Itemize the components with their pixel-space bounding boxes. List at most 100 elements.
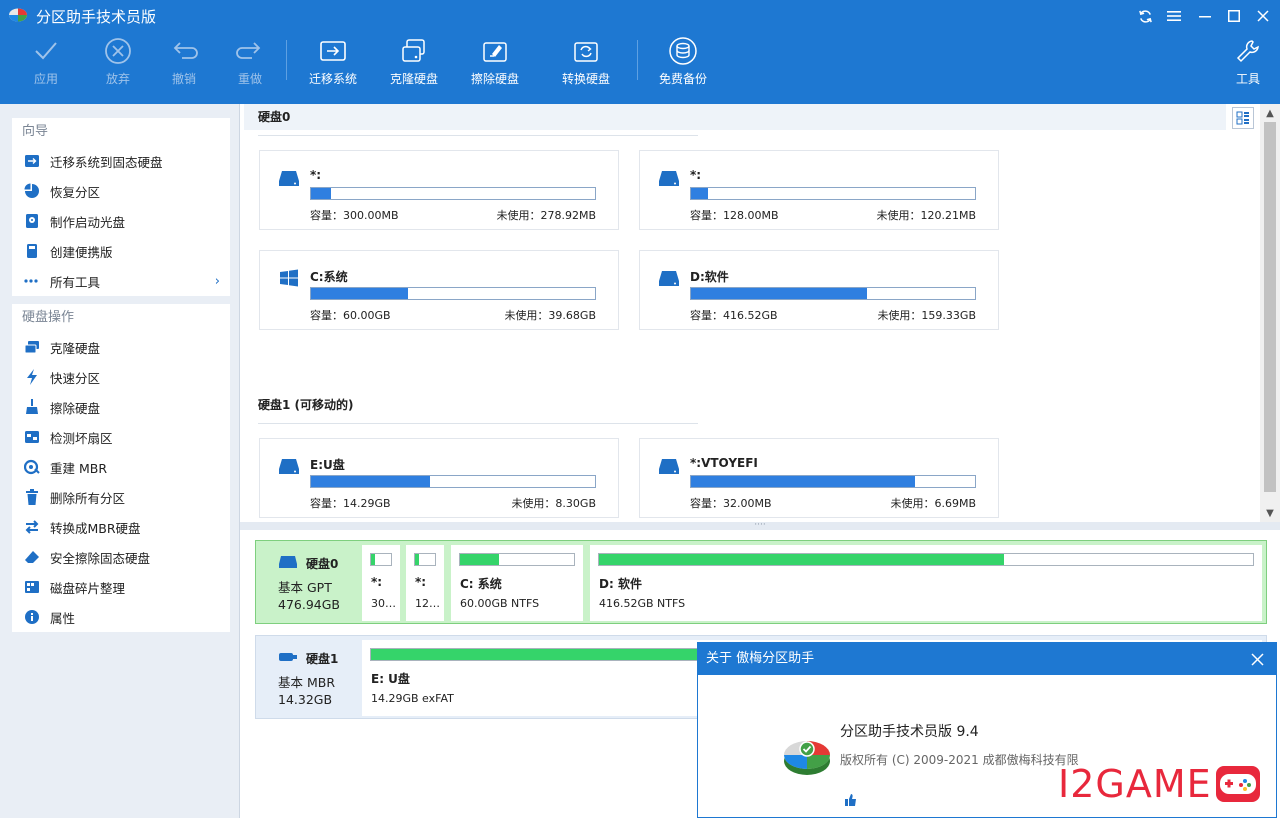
convert-disk-icon [574, 42, 598, 62]
sidebar-item-clone-disk[interactable]: 克隆硬盘 [12, 332, 230, 362]
migrate-icon [320, 41, 346, 61]
sidebar-item-wipe-disk[interactable]: 擦除硬盘 [12, 392, 230, 422]
partition-card[interactable]: D:软件 容量：416.52GB 未使用：159.33GB [639, 250, 999, 330]
usage-bar [690, 475, 976, 488]
sidebar-item-all-tools[interactable]: 所有工具 › [12, 266, 230, 296]
partition-card[interactable]: *: 容量：128.00MB 未使用：120.21MB [639, 150, 999, 230]
segment-name: *: [415, 575, 427, 589]
disk-info: 硬盘0 基本 GPT 476.94GB [256, 541, 356, 623]
clone-disk-icon [24, 339, 40, 355]
sidebar-item-delete-all[interactable]: 删除所有分区 [12, 482, 230, 512]
partition-name: *:VTOYEFI [690, 456, 758, 470]
sidebar-item-label: 检测坏扇区 [50, 430, 113, 446]
migrate-os-button[interactable]: 迁移系统 [307, 36, 359, 96]
redo-label: 重做 [237, 72, 262, 86]
segment-info: 416.52GB NTFS [599, 597, 686, 610]
view-toggle-button[interactable] [1232, 107, 1254, 129]
discard-button[interactable]: 放弃 [98, 36, 138, 96]
trash-icon [24, 489, 40, 505]
tools-button[interactable]: 工具 [1230, 36, 1266, 96]
segment-fill [371, 649, 742, 660]
partition-card[interactable]: *: 容量：300.00MB 未使用：278.92MB [259, 150, 619, 230]
portable-icon [24, 243, 40, 259]
undo-button[interactable]: 撤销 [164, 36, 204, 96]
capacity-text: 容量：128.00MB [690, 209, 779, 222]
about-close-button[interactable] [1246, 648, 1268, 670]
disk-name: 硬盘0 [306, 557, 339, 571]
free-backup-button[interactable]: 免费备份 [657, 36, 709, 96]
maximize-button[interactable] [1220, 4, 1248, 28]
partition-segment[interactable]: D: 软件 416.52GB NTFS [590, 545, 1262, 621]
sidebar-item-migrate-ssd[interactable]: 迁移系统到固态硬盘 [12, 146, 230, 176]
usage-fill [311, 476, 431, 487]
sidebar-item-check-bad-sectors[interactable]: 检测坏扇区 [12, 422, 230, 452]
watermark-text: I2GAME [1058, 762, 1212, 806]
drive-icon [279, 459, 299, 474]
close-icon [1257, 10, 1269, 22]
clone-disk-icon [402, 39, 425, 62]
close-button[interactable] [1249, 4, 1277, 28]
disk1-header: 硬盘1 (可移动的) [244, 392, 1226, 418]
partition-segment[interactable]: *: 12… [406, 545, 444, 621]
divider [258, 135, 698, 136]
segment-bar [459, 553, 575, 566]
sidebar-item-convert-mbr[interactable]: 转换成MBR硬盘 [12, 512, 230, 542]
disk-ops-heading: 硬盘操作 [22, 310, 75, 325]
partition-name: E:U盘 [310, 458, 345, 472]
drive-icon [659, 171, 679, 186]
minimize-button[interactable] [1191, 4, 1219, 28]
usage-fill [691, 188, 709, 199]
scroll-up-icon[interactable]: ▲ [1260, 104, 1280, 122]
refresh-button[interactable] [1131, 4, 1159, 28]
partition-card[interactable]: *:VTOYEFI 容量：32.00MB 未使用：6.69MB [639, 438, 999, 518]
sidebar-item-boot-disc[interactable]: 制作启动光盘 [12, 206, 230, 236]
partition-name: *: [690, 168, 702, 182]
scroll-down-icon[interactable]: ▼ [1260, 504, 1280, 522]
vertical-scrollbar[interactable]: ▲ ▼ [1260, 104, 1280, 522]
usage-bar [310, 287, 596, 300]
free-text: 未使用：6.69MB [890, 497, 976, 510]
sidebar-item-recover-partition[interactable]: 恢复分区 [12, 176, 230, 206]
discard-label: 放弃 [105, 72, 130, 86]
segment-fill [371, 554, 375, 565]
disk-type: 基本 GPT [278, 580, 332, 595]
partition-card[interactable]: E:U盘 容量：14.29GB 未使用：8.30GB [259, 438, 619, 518]
pane-splitter[interactable]: ···· [240, 521, 1280, 530]
app-title: 分区助手技术员版 [36, 8, 157, 26]
clone-disk-button[interactable]: 克隆硬盘 [388, 36, 440, 96]
lightning-icon [24, 369, 40, 385]
sidebar-item-defrag[interactable]: 磁盘碎片整理 [12, 572, 230, 602]
sidebar-item-label: 属性 [50, 610, 76, 626]
segment-info: 14.29GB exFAT [371, 692, 454, 705]
disk0-map-row[interactable]: 硬盘0 基本 GPT 476.94GB *: 30… *: 12… C: 系统 … [255, 540, 1267, 624]
segment-info: 60.00GB NTFS [460, 597, 540, 610]
apply-button[interactable]: 应用 [26, 36, 66, 96]
partition-segment[interactable]: C: 系统 60.00GB NTFS [451, 545, 583, 621]
sidebar-item-portable[interactable]: 创建便携版 [12, 236, 230, 266]
maximize-icon [1228, 10, 1240, 22]
product-logo-icon [784, 741, 830, 775]
wipe-label: 擦除硬盘 [470, 72, 519, 86]
sidebar-item-properties[interactable]: 属性 [12, 602, 230, 632]
partition-segment[interactable]: *: 30… [362, 545, 400, 621]
sidebar-item-label: 转换成MBR硬盘 [50, 520, 141, 536]
wipe-disk-button[interactable]: 擦除硬盘 [469, 36, 521, 96]
apply-label: 应用 [33, 72, 58, 86]
redo-button[interactable]: 重做 [230, 36, 270, 96]
undo-icon [173, 42, 198, 59]
disk-name: 硬盘1 [306, 652, 339, 666]
tools-label: 工具 [1235, 72, 1260, 86]
sidebar-item-secure-erase[interactable]: 安全擦除固态硬盘 [12, 542, 230, 572]
eraser-icon [24, 549, 40, 565]
sidebar-item-quick-partition[interactable]: 快速分区 [12, 362, 230, 392]
partition-card[interactable]: C:系统 容量：60.00GB 未使用：39.68GB [259, 250, 619, 330]
sidebar-item-rebuild-mbr[interactable]: 重建 MBR [12, 452, 230, 482]
menu-button[interactable] [1160, 4, 1188, 28]
minimize-icon [1199, 16, 1211, 18]
usage-fill [311, 188, 331, 199]
scroll-thumb[interactable] [1264, 122, 1276, 492]
drive-icon [279, 171, 299, 186]
capacity-text: 容量：416.52GB [690, 309, 778, 322]
backup-database-icon [669, 37, 697, 65]
convert-disk-button[interactable]: 转换硬盘 [560, 36, 612, 96]
